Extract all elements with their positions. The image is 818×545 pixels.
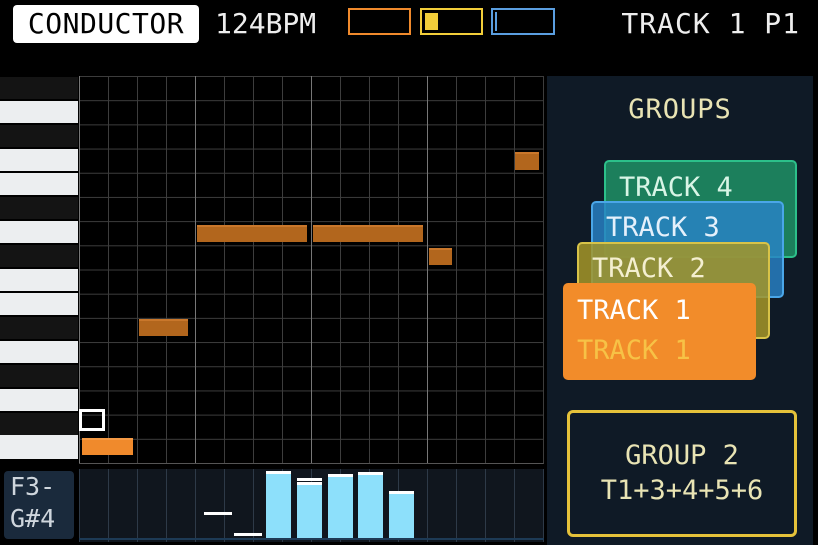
pattern-progress-fill bbox=[495, 12, 497, 31]
pattern-slot-2[interactable] bbox=[420, 8, 483, 35]
group-name: GROUP 2 bbox=[625, 440, 739, 471]
range-high: G#4 bbox=[10, 504, 56, 533]
group-card-label: TRACK 2 bbox=[592, 253, 706, 284]
piano-key-white[interactable] bbox=[0, 101, 78, 123]
bpm-display[interactable]: 124BPM bbox=[215, 5, 316, 43]
velocity-marker bbox=[234, 533, 262, 536]
note-block[interactable] bbox=[197, 225, 307, 242]
group-card-label: TRACK 1 bbox=[577, 295, 691, 326]
piano-key-white[interactable] bbox=[0, 341, 78, 363]
group-members: T1+3+4+5+6 bbox=[600, 475, 764, 506]
piano-key-white[interactable] bbox=[0, 221, 78, 243]
range-low: F3- bbox=[10, 472, 56, 501]
piano-key-white[interactable] bbox=[0, 269, 78, 291]
groups-panel: GROUPS TRACK 4 TRACK 3 TRACK 2 TRACK 1 T… bbox=[547, 76, 813, 545]
pattern-progress-fill bbox=[425, 13, 438, 30]
piano-key-black[interactable] bbox=[0, 197, 78, 219]
pattern-slot-1[interactable] bbox=[348, 8, 411, 35]
piano-key-black[interactable] bbox=[0, 413, 78, 435]
piano-key-black[interactable] bbox=[0, 125, 78, 147]
group-card-label: TRACK 4 bbox=[619, 172, 733, 203]
velocity-marker bbox=[297, 478, 322, 481]
piano-keyboard[interactable] bbox=[0, 77, 78, 462]
groups-title: GROUPS bbox=[628, 94, 732, 125]
note-range-label[interactable]: F3- G#4 bbox=[4, 471, 74, 539]
piano-key-black[interactable] bbox=[0, 365, 78, 387]
velocity-bar[interactable] bbox=[266, 471, 291, 538]
piano-key-black[interactable] bbox=[0, 77, 78, 99]
piano-roll-grid[interactable] bbox=[79, 76, 544, 464]
piano-key-white[interactable] bbox=[0, 173, 78, 195]
note-block-active[interactable] bbox=[82, 438, 133, 455]
note-block[interactable] bbox=[429, 248, 452, 265]
velocity-bar[interactable] bbox=[297, 482, 322, 538]
pattern-slot-3[interactable] bbox=[491, 8, 555, 35]
group-card-track-1[interactable]: TRACK 1 TRACK 1 bbox=[563, 283, 756, 380]
velocity-bar[interactable] bbox=[328, 474, 353, 538]
note-block[interactable] bbox=[515, 152, 539, 170]
velocity-baseline bbox=[79, 538, 544, 540]
app-title: CONDUCTOR bbox=[13, 5, 199, 43]
group-card-sublabel: TRACK 1 bbox=[577, 335, 691, 366]
piano-key-black[interactable] bbox=[0, 245, 78, 267]
track-indicator: TRACK 1 P1 bbox=[621, 7, 800, 40]
piano-key-white[interactable] bbox=[0, 389, 78, 411]
velocity-marker bbox=[204, 512, 232, 515]
grid-cursor[interactable] bbox=[79, 409, 105, 431]
velocity-bar[interactable] bbox=[389, 491, 414, 538]
note-block[interactable] bbox=[313, 225, 423, 242]
piano-key-white[interactable] bbox=[0, 149, 78, 171]
velocity-bar[interactable] bbox=[358, 472, 383, 538]
note-block[interactable] bbox=[139, 319, 188, 336]
group-card-label: TRACK 3 bbox=[606, 212, 720, 243]
velocity-lane[interactable] bbox=[79, 469, 544, 542]
piano-key-white[interactable] bbox=[0, 293, 78, 315]
selected-group-box[interactable]: GROUP 2 T1+3+4+5+6 bbox=[567, 410, 797, 537]
piano-key-white[interactable] bbox=[0, 435, 78, 459]
piano-key-black[interactable] bbox=[0, 317, 78, 339]
